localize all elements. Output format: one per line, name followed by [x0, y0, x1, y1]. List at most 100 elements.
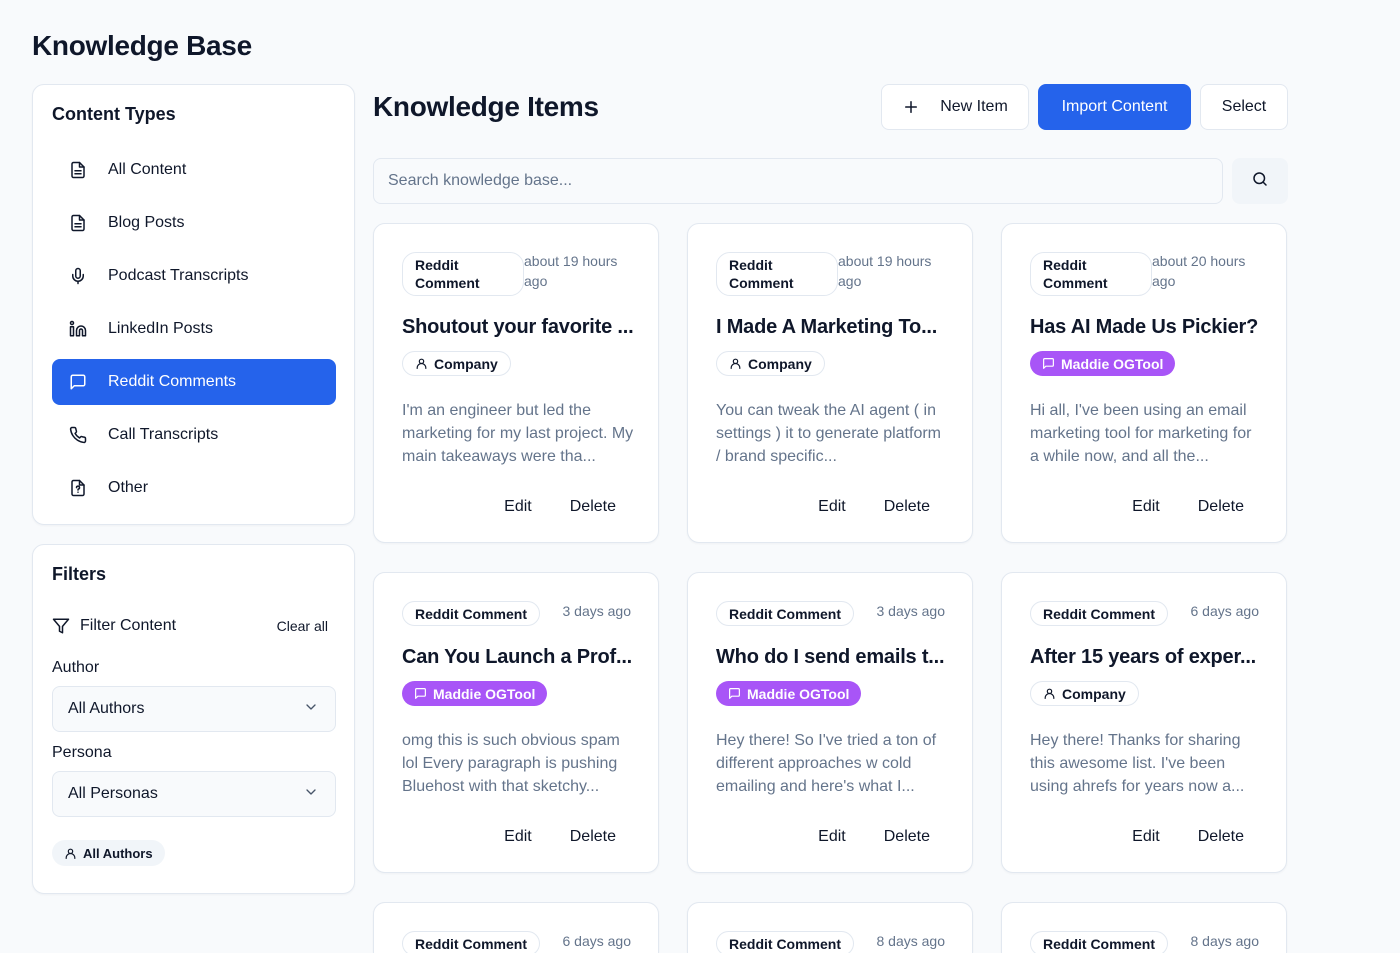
persona-label: Maddie OGTool [747, 685, 850, 702]
content-types-list: All Content Blog Posts Podcast Transcrip… [52, 147, 336, 518]
delete-button[interactable]: Delete [884, 498, 930, 516]
phone-icon [68, 425, 88, 445]
message-square-icon [1042, 357, 1055, 370]
edit-button[interactable]: Edit [818, 498, 846, 516]
content-type-badge: Reddit Comment [716, 931, 854, 953]
knowledge-items-title: Knowledge Items [373, 91, 599, 122]
sidebar-item-all-content[interactable]: All Content [52, 147, 336, 193]
delete-button[interactable]: Delete [1198, 498, 1244, 516]
filter-content-label: Filter Content [80, 617, 177, 634]
card-timestamp: 8 days ago [876, 933, 946, 949]
card-title: After 15 years of exper... [1030, 646, 1257, 668]
search-icon [1251, 170, 1269, 193]
content-type-badge: Reddit Comment [716, 252, 838, 296]
microphone-icon [68, 266, 88, 286]
delete-button[interactable]: Delete [570, 498, 616, 516]
filters-panel: Filters Filter Content Clear all Author … [32, 544, 355, 894]
page-title: Knowledge Base [32, 30, 252, 61]
sidebar-item-podcast-transcripts[interactable]: Podcast Transcripts [52, 253, 336, 299]
user-icon [1043, 687, 1056, 700]
new-item-button[interactable]: New Item [881, 84, 1029, 130]
card-excerpt: I'm an engineer but led the marketing fo… [402, 402, 634, 465]
persona-select[interactable]: All Personas [52, 771, 336, 817]
content-type-badge: Reddit Comment [1030, 931, 1168, 953]
file-text-icon [68, 160, 88, 180]
card-title: I Made A Marketing To... [716, 316, 938, 338]
delete-button[interactable]: Delete [570, 828, 616, 846]
knowledge-card[interactable]: Reddit Comment about 19 hours ago I Made… [687, 223, 973, 543]
persona-badge: Company [716, 351, 825, 376]
card-timestamp: about 19 hours ago [524, 253, 618, 289]
persona-badge: Company [1030, 681, 1139, 706]
author-select-value: All Authors [68, 700, 145, 717]
content-types-heading: Content Types [52, 104, 176, 124]
select-button[interactable]: Select [1200, 84, 1288, 130]
search-button[interactable] [1232, 158, 1288, 204]
persona-label: Maddie OGTool [1061, 355, 1164, 372]
persona-badge: Company [402, 351, 511, 376]
sidebar-item-label: Reddit Comments [108, 373, 237, 390]
edit-button[interactable]: Edit [504, 828, 532, 846]
card-title: Shoutout your favorite ... [402, 316, 634, 338]
active-filter-chip[interactable]: All Authors [52, 840, 165, 866]
edit-button[interactable]: Edit [1132, 498, 1160, 516]
content-types-panel: Content Types All Content Blog Posts Pod… [32, 84, 355, 525]
sidebar-item-label: All Content [108, 161, 187, 178]
sidebar-item-label: Podcast Transcripts [108, 267, 249, 284]
persona-label: Persona [52, 744, 112, 761]
content-type-badge: Reddit Comment [402, 601, 540, 626]
persona-badge: Maddie OGTool [716, 681, 862, 706]
sidebar-item-label: Blog Posts [108, 214, 185, 231]
search-input[interactable] [373, 158, 1223, 204]
edit-button[interactable]: Edit [818, 828, 846, 846]
persona-select-value: All Personas [68, 785, 158, 802]
knowledge-card[interactable]: Reddit Comment about 19 hours ago Shouto… [373, 223, 659, 543]
delete-button[interactable]: Delete [1198, 828, 1244, 846]
persona-badge: Maddie OGTool [402, 681, 548, 706]
persona-label: Company [434, 355, 498, 372]
card-actions: Edit Delete [818, 828, 930, 846]
sidebar-item-call-transcripts[interactable]: Call Transcripts [52, 412, 336, 458]
knowledge-card[interactable]: Reddit Comment 3 days ago Who do I send … [687, 572, 973, 873]
knowledge-card[interactable]: Reddit Comment 6 days ago [373, 902, 659, 953]
chevron-down-icon [303, 784, 319, 805]
filter-icon [52, 617, 70, 635]
card-actions: Edit Delete [504, 828, 616, 846]
persona-label: Maddie OGTool [433, 685, 536, 702]
content-type-badge: Reddit Comment [402, 931, 540, 953]
edit-button[interactable]: Edit [1132, 828, 1160, 846]
knowledge-card[interactable]: Reddit Comment 8 days ago [1001, 902, 1287, 953]
card-actions: Edit Delete [1132, 828, 1244, 846]
edit-button[interactable]: Edit [504, 498, 532, 516]
sidebar-item-reddit-comments[interactable]: Reddit Comments [52, 359, 336, 405]
import-content-button[interactable]: Import Content [1038, 84, 1191, 130]
author-label: Author [52, 659, 100, 676]
message-square-icon [68, 372, 88, 392]
sidebar-item-other[interactable]: Other [52, 465, 336, 511]
card-excerpt: Hey there! So I've tried a ton of differ… [716, 732, 937, 795]
clear-all-button[interactable]: Clear all [277, 618, 328, 634]
card-excerpt: You can tweak the AI agent ( in settings… [716, 402, 941, 465]
sidebar-item-label: Call Transcripts [108, 426, 219, 443]
delete-button[interactable]: Delete [884, 828, 930, 846]
knowledge-card[interactable]: Reddit Comment about 20 hours ago Has AI… [1001, 223, 1287, 543]
content-type-badge: Reddit Comment [1030, 252, 1152, 296]
content-type-badge: Reddit Comment [402, 252, 524, 296]
message-square-icon [728, 687, 741, 700]
card-timestamp: about 20 hours ago [1152, 253, 1246, 289]
sidebar-item-blog-posts[interactable]: Blog Posts [52, 200, 336, 246]
knowledge-card[interactable]: Reddit Comment 6 days ago After 15 years… [1001, 572, 1287, 873]
card-excerpt: Hey there! Thanks for sharing this aweso… [1030, 732, 1245, 795]
active-filter-chip-label: All Authors [83, 845, 153, 861]
chevron-down-icon [303, 699, 319, 720]
sidebar-item-linkedin-posts[interactable]: LinkedIn Posts [52, 306, 336, 352]
sidebar-item-label: Other [108, 479, 149, 496]
knowledge-card[interactable]: Reddit Comment 3 days ago Can You Launch… [373, 572, 659, 873]
file-text-icon [68, 213, 88, 233]
author-select[interactable]: All Authors [52, 686, 336, 732]
card-title: Has AI Made Us Pickier? [1030, 316, 1259, 338]
user-icon [729, 357, 742, 370]
content-type-badge: Reddit Comment [1030, 601, 1168, 626]
knowledge-card[interactable]: Reddit Comment 8 days ago [687, 902, 973, 953]
card-title: Can You Launch a Prof... [402, 646, 633, 668]
